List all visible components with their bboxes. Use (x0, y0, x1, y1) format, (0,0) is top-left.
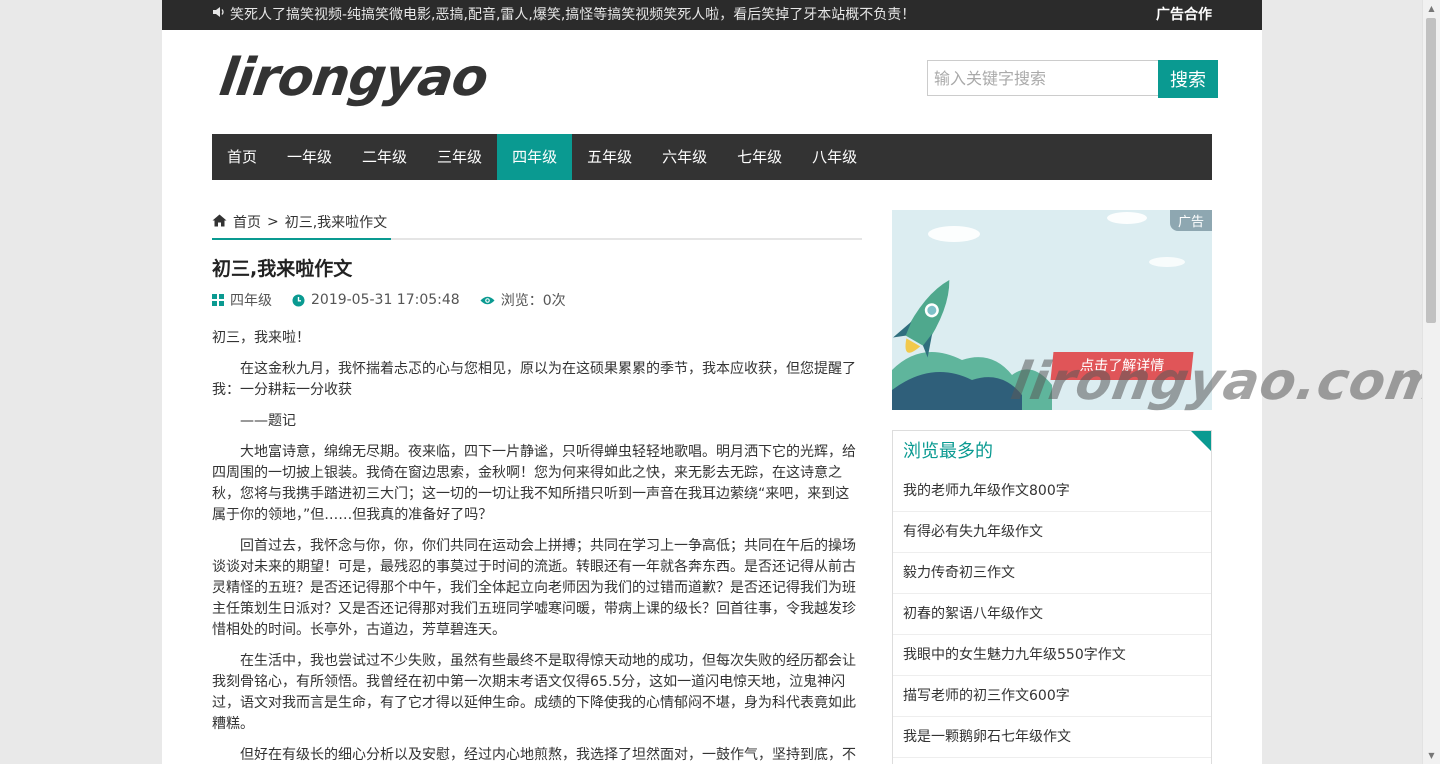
ad-cooperation-link[interactable]: 广告合作 (1156, 0, 1212, 30)
ad-tag: 广告 (1169, 210, 1212, 231)
article-body: 初三，我来啦！ 在这金秋九月，我怀揣着忐忑的心与您相见，原以为在这硕果累累的季节… (212, 328, 858, 764)
most-viewed-item[interactable]: 我的老师九年级作文800字 (893, 471, 1211, 512)
most-viewed-item[interactable]: 初春的絮语八年级作文 (893, 594, 1211, 635)
article-views: 浏览：0次 (500, 293, 566, 309)
breadcrumb: 首页 > 初三,我来啦作文 (212, 206, 862, 240)
article-paragraph: 初三，我来啦！ (212, 330, 310, 346)
nav-item-grade-5[interactable]: 五年级 (572, 134, 647, 180)
search-button[interactable]: 搜索 (1158, 60, 1218, 98)
ad-banner[interactable]: 广告 点击了解详情 (892, 210, 1212, 410)
scroll-up-arrow-icon[interactable]: ▲ (1423, 0, 1440, 17)
nav-item-grade-3[interactable]: 三年级 (422, 134, 497, 180)
article-paragraph: 但好在有级长的细心分析以及安慰，经过内心地煎熬，我选择了坦然面对，一鼓作气，坚持… (240, 747, 856, 763)
article-paragraph: 回首过去，我怀念与你，你，你们共同在运动会上拼搏；共同在学习上一争高低；共同在午… (212, 538, 856, 638)
corner-decoration (1191, 431, 1211, 451)
article-paragraph: 大地富诗意，绵绵无尽期。夜来临，四下一片静谧，只听得蝉虫轻轻地歌唱。明月洒下它的… (212, 444, 856, 523)
article-meta: 四年级 2019-05-31 17:05:48 浏览：0次 (212, 290, 586, 310)
nav-item-grade-8[interactable]: 八年级 (797, 134, 872, 180)
nav-item-grade-6[interactable]: 六年级 (647, 134, 722, 180)
home-icon (212, 214, 227, 231)
banner-cta-button[interactable]: 点击了解详情 (1050, 352, 1194, 380)
clock-icon (292, 294, 305, 307)
site-logo[interactable]: lirongyao (216, 48, 491, 108)
nav-item-grade-4[interactable]: 四年级 (497, 134, 573, 180)
article-paragraph: 在这金秋九月，我怀揣着忐忑的心与您相见，原以为在这硕果累累的季节，我本应收获，但… (212, 361, 856, 398)
article-paragraph: ——题记 (240, 413, 296, 429)
nav-item-grade-2[interactable]: 二年级 (347, 134, 422, 180)
article-date: 2019-05-31 17:05:48 (311, 292, 460, 308)
breadcrumb-separator: > (267, 214, 279, 230)
category-icon (212, 294, 224, 306)
top-bar: 笑死人了搞笑视频-纯搞笑微电影,恶搞,配音,雷人,爆笑,搞怪等搞笑视频笑死人啦，… (162, 0, 1262, 30)
most-viewed-item[interactable]: 毅力传奇初三作文 (893, 553, 1211, 594)
most-viewed-item[interactable]: 我眼中的女生魅力九年级550字作文 (893, 635, 1211, 676)
scroll-down-arrow-icon[interactable]: ▼ (1423, 747, 1440, 764)
nav-item-grade-7[interactable]: 七年级 (722, 134, 797, 180)
top-notice-text: 笑死人了搞笑视频-纯搞笑微电影,恶搞,配音,雷人,爆笑,搞怪等搞笑视频笑死人啦，… (230, 7, 916, 23)
most-viewed-panel: 浏览最多的 我的老师九年级作文800字 有得必有失九年级作文 毅力传奇初三作文 … (892, 430, 1212, 764)
article-paragraph: 在生活中，我也尝试过不少失败，虽然有些最终不是取得惊天动地的成功，但每次失败的经… (212, 653, 856, 732)
breadcrumb-current: 初三,我来啦作文 (284, 215, 388, 231)
top-notice: 笑死人了搞笑视频-纯搞笑微电影,恶搞,配音,雷人,爆笑,搞怪等搞笑视频笑死人啦，… (212, 0, 915, 30)
nav-item-grade-1[interactable]: 一年级 (272, 134, 347, 180)
most-viewed-title: 浏览最多的 (903, 441, 993, 462)
search-input[interactable] (927, 60, 1158, 96)
most-viewed-item[interactable]: 我是一颗鹅卵石七年级作文 (893, 717, 1211, 758)
speaker-icon (212, 0, 226, 30)
eye-icon (480, 295, 495, 306)
most-viewed-item[interactable]: 描写老师的初三作文600字 (893, 676, 1211, 717)
page-scrollbar[interactable]: ▲ ▼ (1422, 0, 1440, 764)
nav-item-home[interactable]: 首页 (212, 134, 272, 180)
page: 笑死人了搞笑视频-纯搞笑微电影,恶搞,配音,雷人,爆笑,搞怪等搞笑视频笑死人啦，… (162, 0, 1262, 764)
most-viewed-item[interactable]: 有得必有失九年级作文 (893, 512, 1211, 553)
rocket-illustration (892, 212, 1185, 410)
main-nav: 首页 一年级 二年级 三年级 四年级 五年级 六年级 七年级 八年级 (212, 134, 1212, 180)
scrollbar-thumb[interactable] (1426, 18, 1436, 323)
article-category-link[interactable]: 四年级 (230, 290, 272, 310)
article-title: 初三,我来啦作文 (212, 258, 353, 280)
search-box: 搜索 (927, 60, 1218, 98)
breadcrumb-home-link[interactable]: 首页 (233, 212, 261, 232)
